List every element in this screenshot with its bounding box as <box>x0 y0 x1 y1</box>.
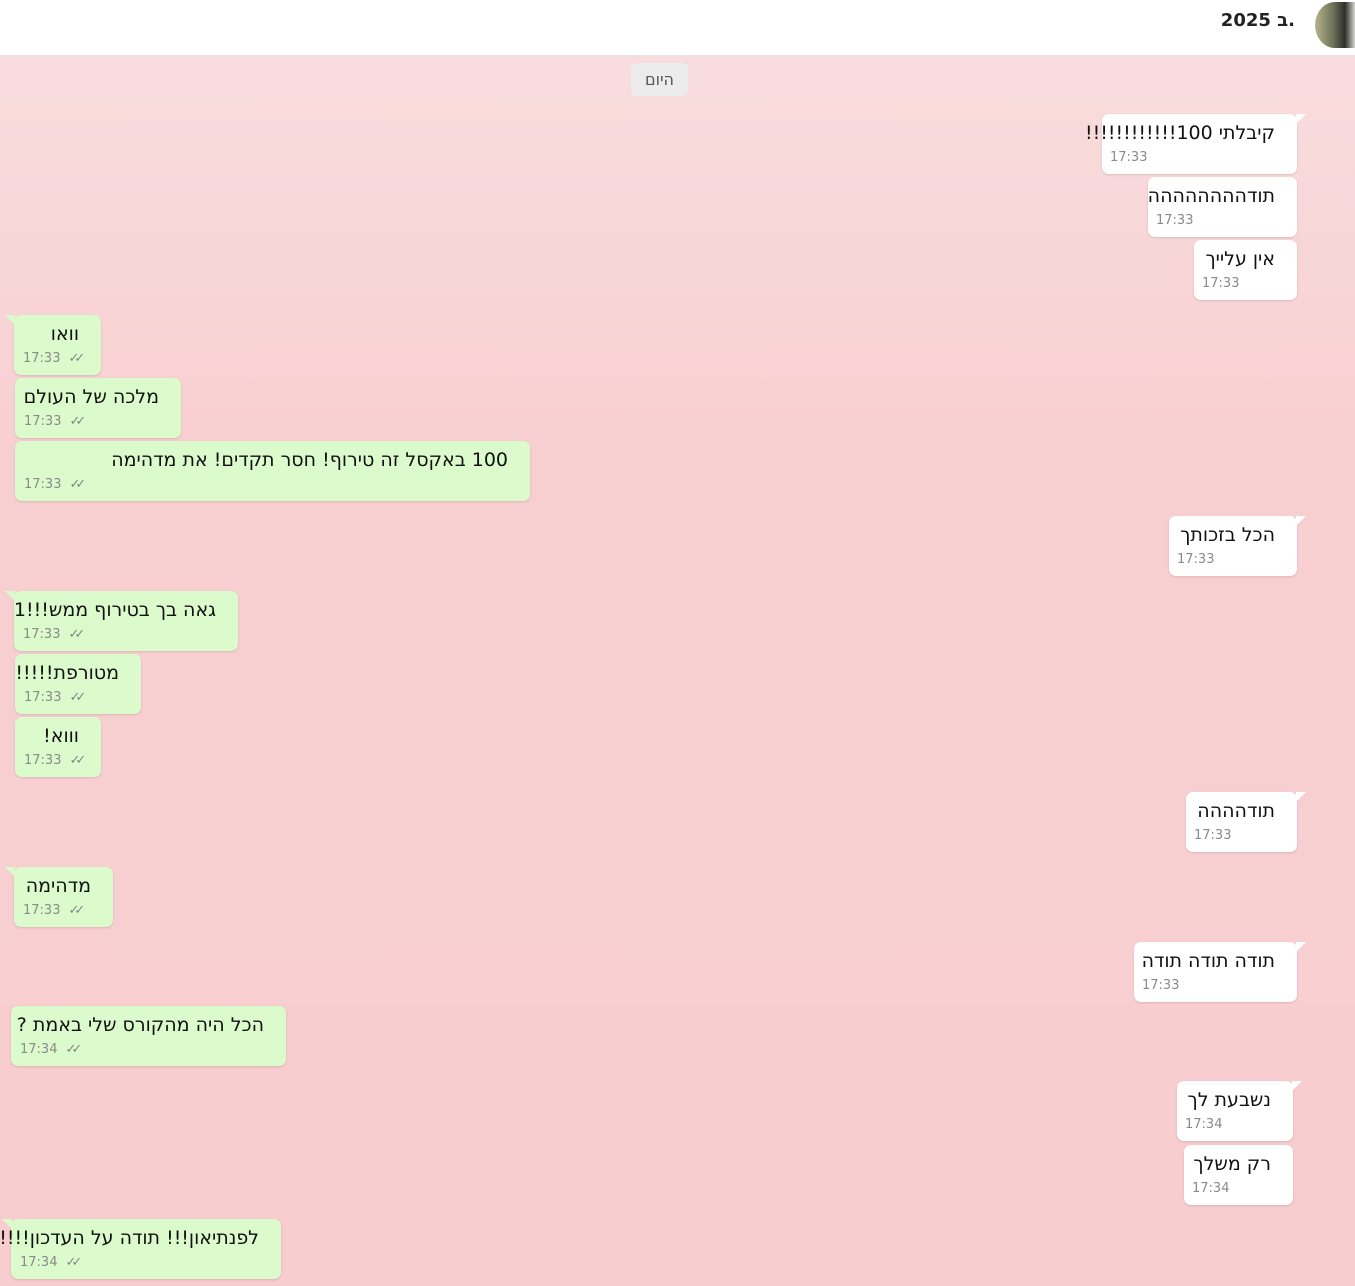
message-time: 17:34 ✓✓ <box>20 1255 82 1270</box>
message-time: 17:33 ✓✓ <box>23 903 85 918</box>
message-bubble-outgoing[interactable]: הכל היה מהקורס שלי באמת ? 17:34 ✓✓ <box>11 1006 286 1066</box>
message-text: מלכה של העולם <box>23 386 159 408</box>
double-check-icon: ✓✓ <box>65 1042 82 1057</box>
message-text: 100 באקסל זה טירוף! חסר תקדים! את מדהימה <box>111 449 508 471</box>
contact-avatar[interactable] <box>1315 2 1355 48</box>
message-bubble-outgoing[interactable]: 100 באקסל זה טירוף! חסר תקדים! את מדהימה… <box>15 441 530 501</box>
message-time-value: 17:33 <box>24 753 62 768</box>
message-text: מטורפת!!!!! <box>15 662 119 684</box>
message-time: 17:33 ✓✓ <box>24 414 86 429</box>
message-bubble-outgoing[interactable]: לפנתיאון!!! תודה על העדכון!!!! 17:34 ✓✓ <box>0 1219 281 1279</box>
message-time: 17:33 <box>1202 276 1240 291</box>
message-time: 17:33 <box>1177 552 1215 567</box>
message-text: רק משלך <box>1193 1153 1271 1175</box>
message-bubble-incoming[interactable]: קיבלתי 100!!!!!!!!!!!! 17:33 <box>1085 114 1306 174</box>
message-text: גאה בך בטירוף ממש!!!1 <box>13 599 216 621</box>
message-time-value: 17:33 <box>23 351 61 366</box>
message-time: 17:34 <box>1192 1181 1230 1196</box>
message-bubble-incoming[interactable]: הכל בזכותך 17:33 <box>1169 516 1306 576</box>
message-time-value: 17:33 <box>23 903 61 918</box>
message-text: תודהההה <box>1197 800 1275 822</box>
message-time-value: 17:34 <box>20 1042 58 1057</box>
message-time: 17:33 ✓✓ <box>23 627 85 642</box>
double-check-icon: ✓✓ <box>68 903 85 918</box>
message-time-value: 17:34 <box>20 1255 58 1270</box>
message-time: 17:34 ✓✓ <box>20 1042 82 1057</box>
message-bubble-outgoing[interactable]: מטורפת!!!!! 17:33 ✓✓ <box>15 654 141 714</box>
message-time: 17:33 ✓✓ <box>23 351 85 366</box>
double-check-icon: ✓✓ <box>68 351 85 366</box>
double-check-icon: ✓✓ <box>69 477 86 492</box>
message-bubble-outgoing[interactable]: וואו 17:33 ✓✓ <box>5 315 101 375</box>
message-bubble-incoming[interactable]: תודהההההההה 17:33 <box>1148 177 1297 237</box>
message-bubble-incoming[interactable]: תודהההה 17:33 <box>1186 792 1306 852</box>
message-time: 17:34 <box>1185 1117 1223 1132</box>
message-time: 17:33 <box>1194 828 1232 843</box>
double-check-icon: ✓✓ <box>68 627 85 642</box>
message-text: נשבעת לך <box>1187 1089 1271 1111</box>
message-text: הכל בזכותך <box>1180 524 1275 546</box>
message-time: 17:33 ✓✓ <box>24 477 86 492</box>
message-time: 17:33 <box>1156 213 1194 228</box>
message-bubble-outgoing[interactable]: וווא! 17:33 ✓✓ <box>15 717 101 777</box>
message-text: תודהההההההה <box>1147 185 1275 207</box>
double-check-icon: ✓✓ <box>65 1255 82 1270</box>
double-check-icon: ✓✓ <box>69 690 86 705</box>
message-text: וואו <box>50 323 79 345</box>
message-bubble-incoming[interactable]: נשבעת לך 17:34 <box>1177 1081 1302 1141</box>
message-text: תודה תודה תודה <box>1141 950 1275 972</box>
message-text: אין עלייך <box>1205 248 1275 270</box>
message-time-value: 17:33 <box>24 477 62 492</box>
message-text: הכל היה מהקורס שלי באמת ? <box>16 1014 264 1036</box>
chat-header: .ב 2025 <box>0 0 1355 56</box>
message-time: 17:33 ✓✓ <box>24 753 86 768</box>
message-bubble-incoming[interactable]: תודה תודה תודה 17:33 <box>1134 942 1306 1002</box>
message-text: קיבלתי 100!!!!!!!!!!!! <box>1085 122 1275 144</box>
chat-header-title: .ב 2025 <box>1220 10 1295 31</box>
message-time: 17:33 <box>1110 150 1148 165</box>
day-separator: היום <box>631 63 688 96</box>
message-bubble-outgoing[interactable]: גאה בך בטירוף ממש!!!1 17:33 ✓✓ <box>5 591 238 651</box>
message-bubble-incoming[interactable]: אין עלייך 17:33 <box>1194 240 1297 300</box>
message-bubble-incoming[interactable]: רק משלך 17:34 <box>1184 1145 1293 1205</box>
message-time-value: 17:33 <box>24 414 62 429</box>
message-time-value: 17:33 <box>24 690 62 705</box>
message-time-value: 17:33 <box>23 627 61 642</box>
message-bubble-outgoing[interactable]: מלכה של העולם 17:33 ✓✓ <box>15 378 181 438</box>
double-check-icon: ✓✓ <box>69 753 86 768</box>
message-bubble-outgoing[interactable]: מדהימה 17:33 ✓✓ <box>5 867 113 927</box>
message-text: מדהימה <box>25 875 91 897</box>
message-text: וווא! <box>43 725 79 747</box>
message-text: לפנתיאון!!! תודה על העדכון!!!! <box>0 1227 259 1249</box>
message-time: 17:33 ✓✓ <box>24 690 86 705</box>
message-time: 17:33 <box>1142 978 1180 993</box>
double-check-icon: ✓✓ <box>69 414 86 429</box>
